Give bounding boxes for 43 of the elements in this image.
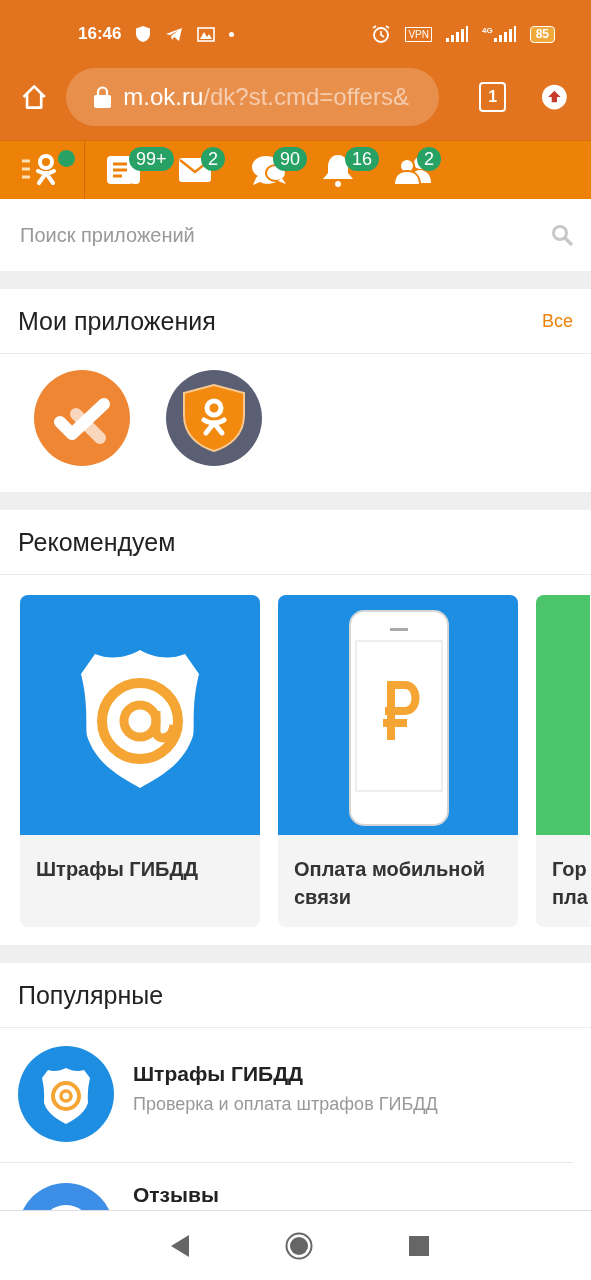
phone-ruble-icon: [278, 595, 518, 835]
count-badge: 2: [417, 147, 441, 171]
search-field[interactable]: Поиск приложений: [20, 223, 551, 247]
shield-icon: [135, 25, 152, 43]
app-list-item[interactable]: Штрафы ГИБДД Проверка и оплата штрафов ГИБДД: [0, 1028, 573, 1163]
clock-time: 16:46: [78, 24, 122, 44]
dot-icon: [229, 31, 235, 37]
app-card[interactable]: Оплата мобильной связи: [278, 595, 518, 927]
section-title: Рекомендуем: [18, 527, 176, 557]
count-badge: 90: [273, 147, 308, 171]
app-description: Проверка и оплата штрафов ГИБДД: [133, 1094, 438, 1115]
count-badge: 99+: [129, 147, 174, 171]
back-icon[interactable]: [170, 1234, 189, 1257]
app-title: Отзывы: [133, 1183, 219, 1207]
app-title: Штрафы ГИБДД: [133, 1062, 305, 1086]
shield-app-icon: [18, 1046, 114, 1142]
home-button-icon[interactable]: [284, 1231, 313, 1260]
shield-badge-icon: [20, 595, 260, 835]
app-card[interactable]: Гор пла: [536, 595, 590, 927]
signal-icon: [493, 26, 516, 42]
upload-icon[interactable]: [542, 83, 567, 111]
card-title: Штрафы ГИБДД: [35, 857, 199, 882]
app-card[interactable]: Штрафы ГИБДД: [20, 595, 260, 927]
bell-icon[interactable]: [322, 153, 354, 187]
count-badge: 2: [201, 147, 225, 171]
signal-icon: [445, 26, 468, 42]
telegram-icon: [165, 26, 184, 42]
battery-indicator: 85: [529, 25, 555, 43]
section-title: Мои приложения: [18, 306, 216, 336]
url-text: m.ok.ru/dk?st.cmd=offers&: [123, 83, 409, 111]
search-icon[interactable]: [551, 224, 573, 246]
card-title: Гор пла: [551, 857, 589, 910]
card-title: Оплата мобильной связи: [293, 857, 486, 910]
recents-icon[interactable]: [408, 1235, 429, 1256]
alarm-icon: [371, 24, 392, 44]
gallery-icon: [197, 26, 216, 42]
checkmark-app-icon[interactable]: [34, 370, 130, 466]
lock-icon: [94, 86, 112, 108]
vpn-indicator: VPN: [405, 26, 432, 42]
shield-app-icon[interactable]: [166, 370, 262, 466]
count-badge: 16: [345, 147, 380, 171]
network-label: 4G: [481, 26, 493, 35]
section-title: Популярные: [18, 980, 164, 1010]
